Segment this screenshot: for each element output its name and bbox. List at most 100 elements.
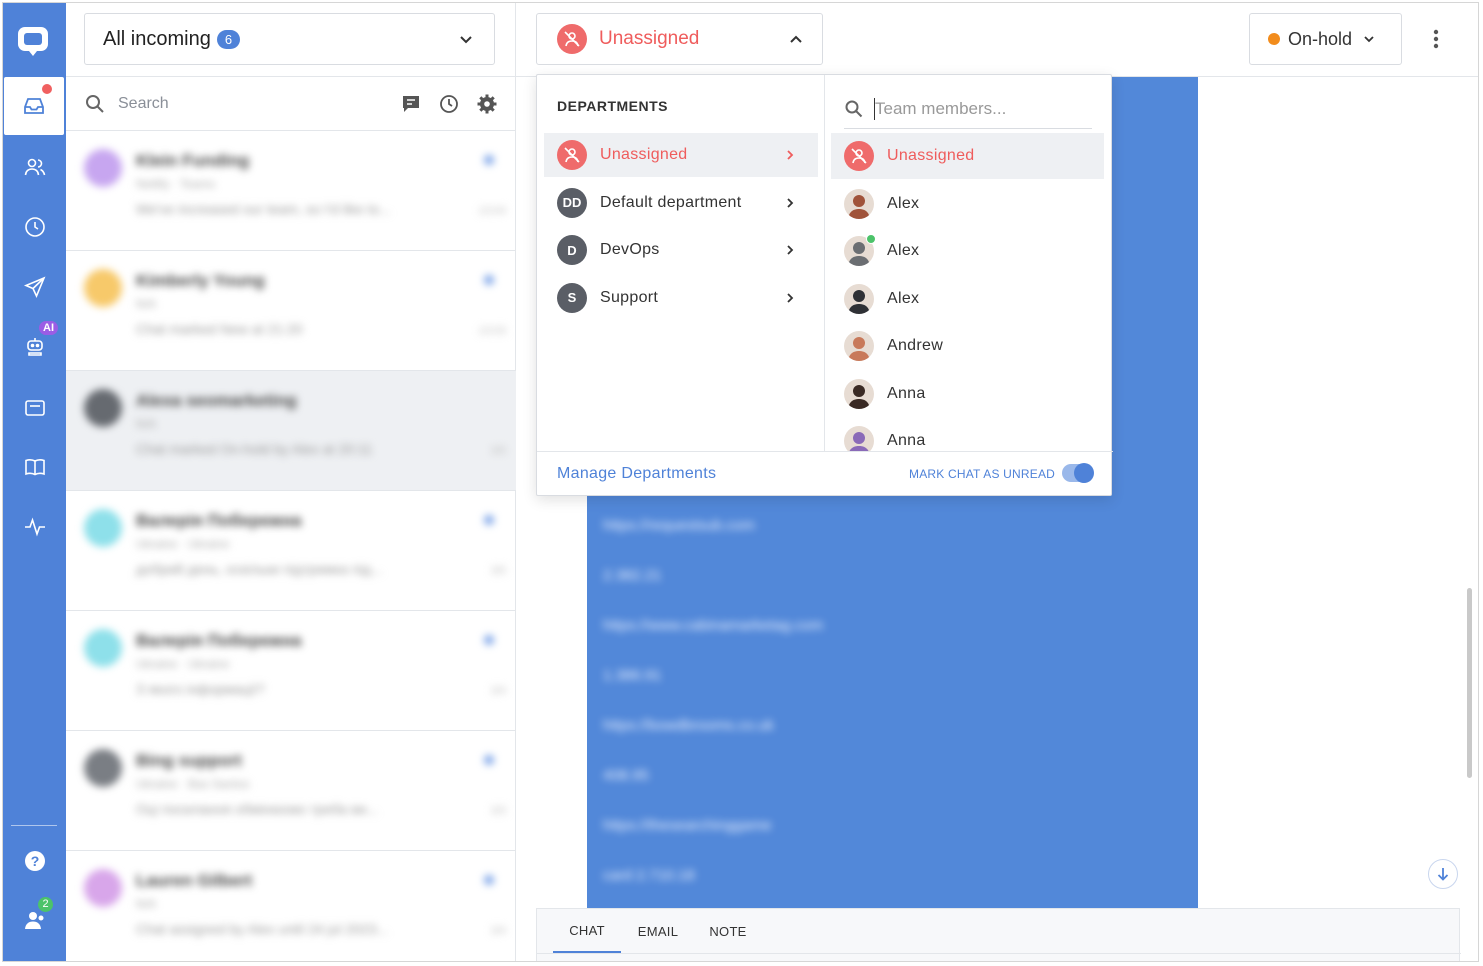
avatar bbox=[84, 389, 122, 427]
manage-departments-link[interactable]: Manage Departments bbox=[557, 465, 716, 483]
message-line: 1.386.91 bbox=[603, 667, 662, 684]
departments-heading: DEPARTMENTS bbox=[557, 98, 669, 114]
tab-note[interactable]: NOTE bbox=[697, 909, 759, 953]
divider bbox=[537, 953, 1461, 954]
rail-campaigns[interactable] bbox=[3, 258, 66, 316]
mark-unread-toggle[interactable] bbox=[1062, 463, 1094, 483]
assignee-dropdown[interactable]: Unassigned bbox=[536, 13, 823, 65]
chevron-right-icon bbox=[787, 245, 794, 255]
team-member-item[interactable]: Alex bbox=[831, 228, 1104, 274]
tab-chat[interactable]: CHAT bbox=[553, 909, 621, 953]
chat-time: 13:04 bbox=[478, 205, 506, 217]
inbox-filter-dropdown[interactable]: All incoming 6 bbox=[84, 13, 495, 65]
status-dot bbox=[1268, 33, 1280, 45]
rail-ai-bot[interactable]: AI bbox=[3, 317, 66, 375]
rail-team[interactable]: 2 bbox=[3, 891, 66, 949]
rail-wallet[interactable] bbox=[3, 379, 66, 437]
chat-list-item[interactable]: Kimberly Young N/A Chat marked New at 21:2… bbox=[66, 251, 516, 371]
team-search-input[interactable]: Team members... bbox=[875, 99, 1006, 119]
chat-name: Klein Funding bbox=[136, 151, 250, 170]
message-line: https://www.cabinamarketag.com bbox=[603, 617, 824, 634]
member-name: Anna bbox=[887, 432, 926, 449]
divider bbox=[537, 451, 1113, 452]
bot-icon bbox=[26, 338, 43, 356]
rail-history[interactable] bbox=[3, 198, 66, 256]
department-label: Unassigned bbox=[600, 146, 688, 163]
chat-search-bar: Search bbox=[66, 77, 516, 131]
chat-name: Alexa seomarketing bbox=[136, 391, 297, 410]
department-label: Default department bbox=[600, 193, 742, 211]
book-icon bbox=[24, 459, 45, 476]
member-avatar bbox=[844, 188, 874, 219]
department-item[interactable]: D DevOps bbox=[544, 228, 818, 272]
mark-unread-label: MARK CHAT AS UNREAD bbox=[909, 467, 1056, 481]
avatar bbox=[84, 509, 122, 547]
settings-gear-icon[interactable] bbox=[476, 93, 498, 115]
blurred-content: Lauren Gilbert N/A Chat assigned by Alex u… bbox=[66, 851, 516, 961]
chat-last-message: Chat assigned by Alex until 24 jul 2023.… bbox=[136, 921, 389, 937]
canned-replies-icon[interactable] bbox=[400, 93, 422, 115]
chat-name: Bing support bbox=[136, 751, 242, 770]
chevron-right-icon bbox=[787, 197, 794, 208]
column-divider bbox=[824, 75, 825, 451]
department-item[interactable]: Unassigned bbox=[544, 133, 818, 177]
team-member-search[interactable]: Team members... bbox=[844, 89, 1092, 129]
rail-help[interactable]: ? bbox=[3, 832, 66, 890]
member-avatar bbox=[844, 283, 874, 314]
scrollbar[interactable] bbox=[1467, 588, 1472, 778]
unread-indicator bbox=[484, 275, 494, 285]
message-line: 2.382.21 bbox=[603, 567, 662, 584]
chat-list-item[interactable]: Klein Funding Netlify · Teams We've increa… bbox=[66, 131, 516, 251]
department-item[interactable]: DD Default department bbox=[544, 181, 818, 225]
chat-list-item[interactable]: Валерія Побережна Ukraine · Ukraine З яког… bbox=[66, 611, 516, 731]
department-label: DevOps bbox=[600, 241, 660, 258]
inbox-count-badge: 6 bbox=[216, 29, 241, 49]
search-input[interactable]: Search bbox=[118, 95, 384, 113]
team-member-item[interactable]: Andrew bbox=[831, 323, 1104, 369]
chevron-down-icon bbox=[1364, 36, 1374, 43]
unread-indicator bbox=[484, 155, 494, 165]
unassigned-avatar bbox=[844, 141, 874, 171]
department-item[interactable]: S Support bbox=[544, 276, 818, 320]
history-icon[interactable] bbox=[438, 93, 460, 115]
chevron-up-icon bbox=[790, 35, 802, 43]
chat-subtitle: N/A bbox=[136, 297, 157, 311]
chat-subtitle: Ukraine · Ukraine bbox=[136, 537, 230, 551]
message-line: https://thesearchinggame bbox=[603, 817, 772, 834]
chat-subtitle: Ukraine · Bas Santos bbox=[136, 777, 250, 791]
member-avatar bbox=[844, 426, 874, 451]
dropdown-body: DEPARTMENTS Unassigned DD Default departme… bbox=[537, 75, 1113, 451]
chat-list-item[interactable]: Bing support Ukraine · Bas Santos Оці поси… bbox=[66, 731, 516, 851]
member-name: Alex bbox=[887, 289, 920, 307]
person-photo-icon bbox=[844, 188, 874, 219]
more-options-icon[interactable] bbox=[1424, 27, 1448, 51]
chat-list-item[interactable]: Валерія Побережна Ukraine · Ukraine добрий… bbox=[66, 491, 516, 611]
chat-status-dropdown[interactable]: On-hold bbox=[1249, 13, 1402, 65]
avatar bbox=[84, 869, 122, 907]
rail-knowledge-base[interactable] bbox=[3, 438, 66, 496]
chat-last-message: Chat marked On-hold by Alex at 20:11 bbox=[136, 441, 373, 457]
chat-subtitle: N/A bbox=[136, 417, 157, 431]
member-name: Andrew bbox=[887, 337, 944, 354]
tab-email[interactable]: EMAIL bbox=[625, 909, 691, 953]
unread-indicator bbox=[484, 515, 494, 525]
team-member-item[interactable]: Unassigned bbox=[831, 133, 1104, 179]
chevron-right-icon bbox=[787, 292, 794, 303]
member-name: Anna bbox=[887, 384, 926, 402]
team-member-item[interactable]: Alex bbox=[831, 181, 1104, 227]
team-member-item[interactable]: Anna bbox=[831, 371, 1104, 417]
chat-list-item[interactable]: Lauren Gilbert N/A Chat assigned by Alex u… bbox=[66, 851, 516, 961]
team-member-item[interactable]: Anna bbox=[831, 418, 1104, 451]
team-member-item[interactable]: Alex bbox=[831, 276, 1104, 322]
status-label: On-hold bbox=[1288, 28, 1353, 49]
chat-list-item[interactable]: Alexa seomarketing N/A Chat marked On-hold… bbox=[66, 371, 516, 491]
rail-inbox[interactable] bbox=[4, 77, 64, 135]
unassigned-avatar bbox=[557, 140, 587, 170]
chat-last-message: Chat marked New at 21:20 bbox=[136, 321, 303, 337]
rail-analytics[interactable] bbox=[3, 498, 66, 556]
scroll-to-bottom-button[interactable] bbox=[1428, 859, 1458, 889]
app-window: AI ? 2 All incoming 6 Search Klein Fundi… bbox=[2, 2, 1479, 962]
rail-contacts[interactable] bbox=[3, 138, 66, 196]
blurred-content: Bing support Ukraine · Bas Santos Оці поси… bbox=[66, 731, 516, 850]
app-logo-icon[interactable] bbox=[15, 23, 51, 59]
